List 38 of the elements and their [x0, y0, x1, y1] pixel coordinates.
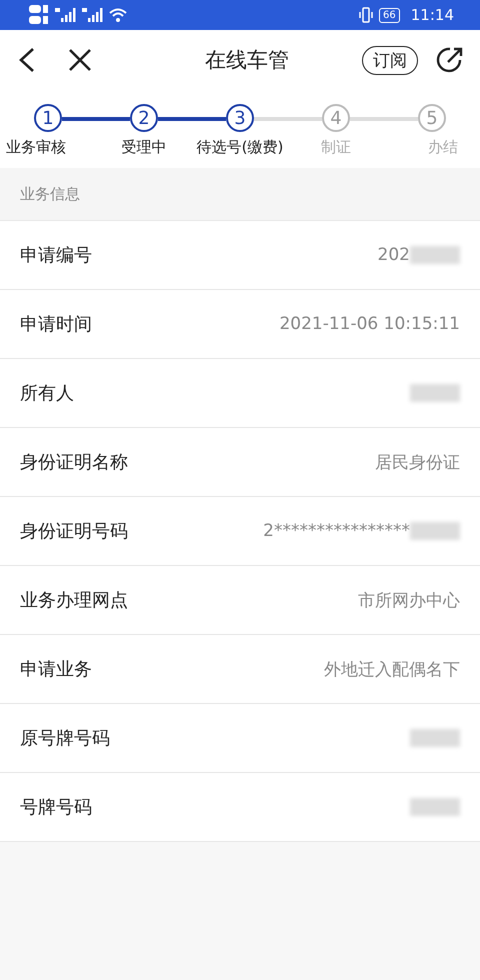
step-number: 3 [226, 104, 254, 132]
step-label: 待选号(缴费) [196, 138, 284, 157]
field-value: 202 [378, 245, 410, 265]
signal-icon [82, 8, 104, 22]
wifi-icon [109, 8, 127, 22]
step-number: 1 [34, 104, 62, 132]
clock: 11:14 [410, 6, 454, 24]
vibrate-icon [358, 7, 374, 23]
step-label: 业务审核 [6, 138, 66, 157]
field-label: 身份证明名称 [20, 451, 128, 474]
step-label: 制证 [321, 138, 351, 157]
field-label: 申请时间 [20, 313, 92, 336]
field-label: 业务办理网点 [20, 589, 128, 612]
battery-level: 66 [379, 8, 400, 22]
section-title: 业务信息 [20, 184, 80, 204]
sim-icon [28, 4, 50, 26]
field-value: 2021-11-06 10:15:11 [279, 314, 460, 334]
close-icon[interactable] [68, 48, 92, 72]
field-label: 身份证明号码 [20, 520, 128, 543]
subscribe-button[interactable]: 订阅 [362, 46, 418, 74]
page-title: 在线车管 [204, 47, 290, 74]
back-icon[interactable] [18, 47, 36, 73]
signal-icon [55, 8, 77, 22]
field-value: 2**************** [263, 521, 410, 541]
field-label: 申请编号 [20, 244, 92, 267]
step-number: 2 [130, 104, 158, 132]
field-value: 市所网办中心 [358, 590, 460, 612]
field-label: 所有人 [20, 382, 74, 405]
field-label: 号牌号码 [20, 796, 92, 819]
field-value: 外地迁入配偶名下 [324, 658, 460, 680]
step-number: 5 [418, 104, 446, 132]
field-label: 申请业务 [20, 658, 92, 681]
step-label: 办结 [427, 138, 458, 157]
field-value: 居民身份证 [375, 452, 460, 474]
share-icon[interactable] [436, 46, 464, 74]
field-label: 原号牌号码 [20, 727, 110, 750]
step-label: 受理中 [122, 138, 166, 157]
step-number: 4 [322, 104, 350, 132]
